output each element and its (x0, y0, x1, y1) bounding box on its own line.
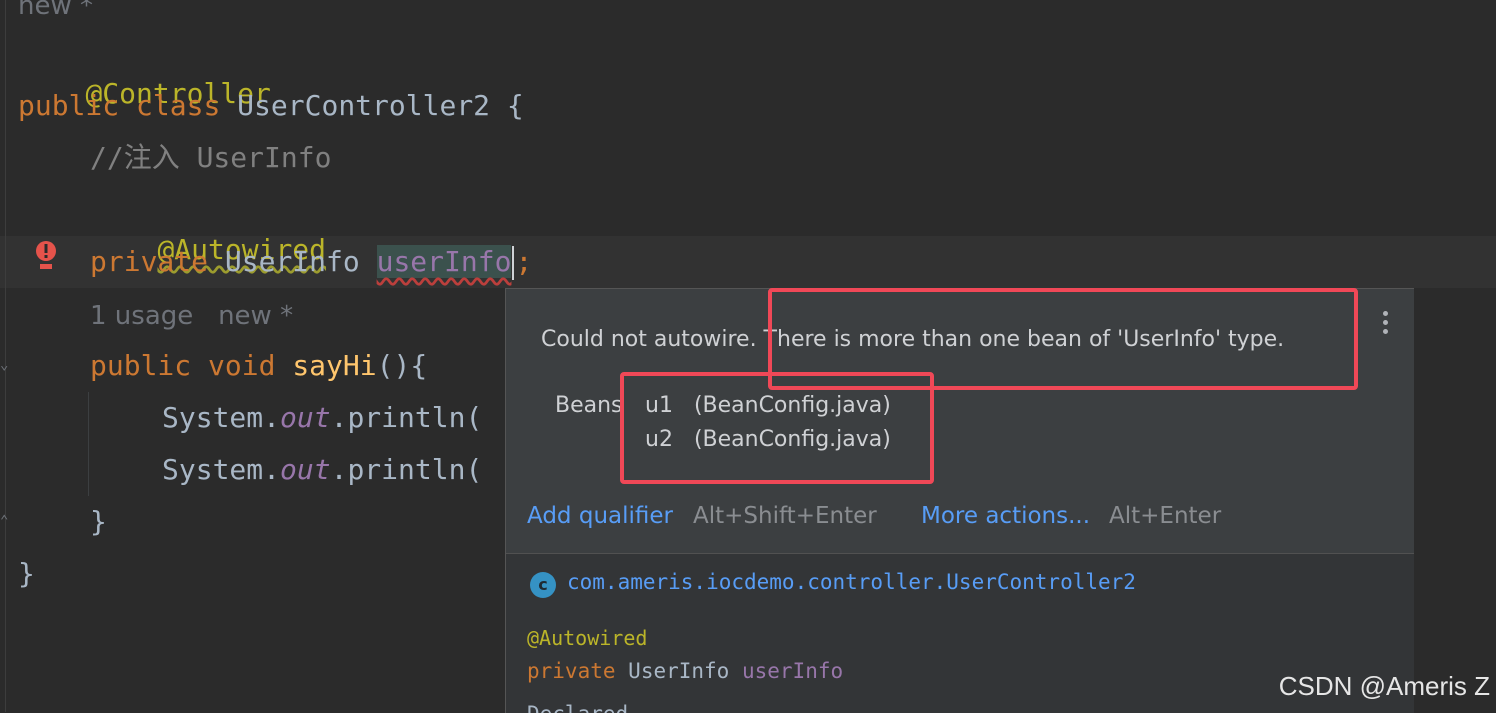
indent-guide (88, 392, 89, 496)
watermark: CSDN @Ameris Z (1278, 671, 1490, 701)
usage-hint[interactable]: 1 usage new * (90, 296, 293, 336)
code-line-println-1: System.out.println( (162, 398, 482, 438)
code-text: .println( (330, 453, 483, 486)
method-name: sayHi (292, 349, 377, 382)
more-actions-shortcut: Alt+Enter (1109, 503, 1222, 529)
keyword: public (18, 89, 120, 122)
keyword: class (136, 89, 221, 122)
doc-annotation: @Autowired (527, 626, 648, 650)
code-line-annotation: @Controller (18, 34, 270, 110)
add-qualifier-link[interactable]: Add qualifier (527, 503, 673, 529)
add-qualifier-shortcut: Alt+Shift+Enter (693, 503, 877, 529)
code-line-println-2: System.out.println( (162, 450, 482, 490)
class-name: UserController2 { (237, 89, 524, 122)
more-vertical-icon[interactable] (1380, 311, 1390, 341)
annotation-highlight-box (620, 372, 934, 484)
code-line-field[interactable]: private UserInfo userInfo; (90, 242, 532, 282)
more-actions-link[interactable]: More actions... (921, 503, 1090, 529)
keyword: void (208, 349, 276, 382)
code-line-method: public void sayHi(){ (90, 346, 427, 386)
code-line-class-decl: public class UserController2 { (18, 86, 524, 126)
keyword: public (90, 349, 192, 382)
code-text: System. (162, 401, 281, 434)
code-text: .println( (330, 401, 483, 434)
error-icon[interactable] (34, 240, 58, 272)
doc-declaration: private UserInfo userInfo (527, 659, 843, 683)
code-line-method-close: } (90, 505, 107, 538)
field-name: userInfo (741, 659, 844, 683)
keyword: private (90, 245, 209, 278)
usage-count[interactable]: 1 usage (90, 301, 193, 331)
class-icon: c (530, 572, 556, 598)
new-hint[interactable]: new * (218, 301, 293, 331)
fold-marker-icon[interactable]: ⌄ (0, 356, 12, 374)
static-field-out: out (280, 453, 331, 486)
class-fqn-link[interactable]: com.ameris.iocdemo.controller.UserContro… (567, 570, 1136, 594)
keyword: private (527, 659, 616, 683)
code-line-class-close: } (18, 557, 35, 590)
code-comment: //注入 UserInfo (90, 141, 332, 174)
code-line-autowired: @Autowired (90, 190, 326, 266)
code-text: System. (162, 453, 281, 486)
semicolon: ; (515, 245, 533, 278)
author-hint: new * (18, 0, 94, 21)
method-params: (){ (376, 349, 428, 382)
doc-cut-text: Declared (527, 702, 628, 713)
fold-marker-icon[interactable]: ⌃ (0, 512, 12, 530)
type-name: UserInfo (628, 659, 730, 683)
beans-label: Beans (555, 393, 623, 418)
type-name: UserInfo (224, 245, 360, 278)
static-field-out: out (280, 401, 331, 434)
field-userinfo[interactable]: userInfo (376, 245, 512, 278)
